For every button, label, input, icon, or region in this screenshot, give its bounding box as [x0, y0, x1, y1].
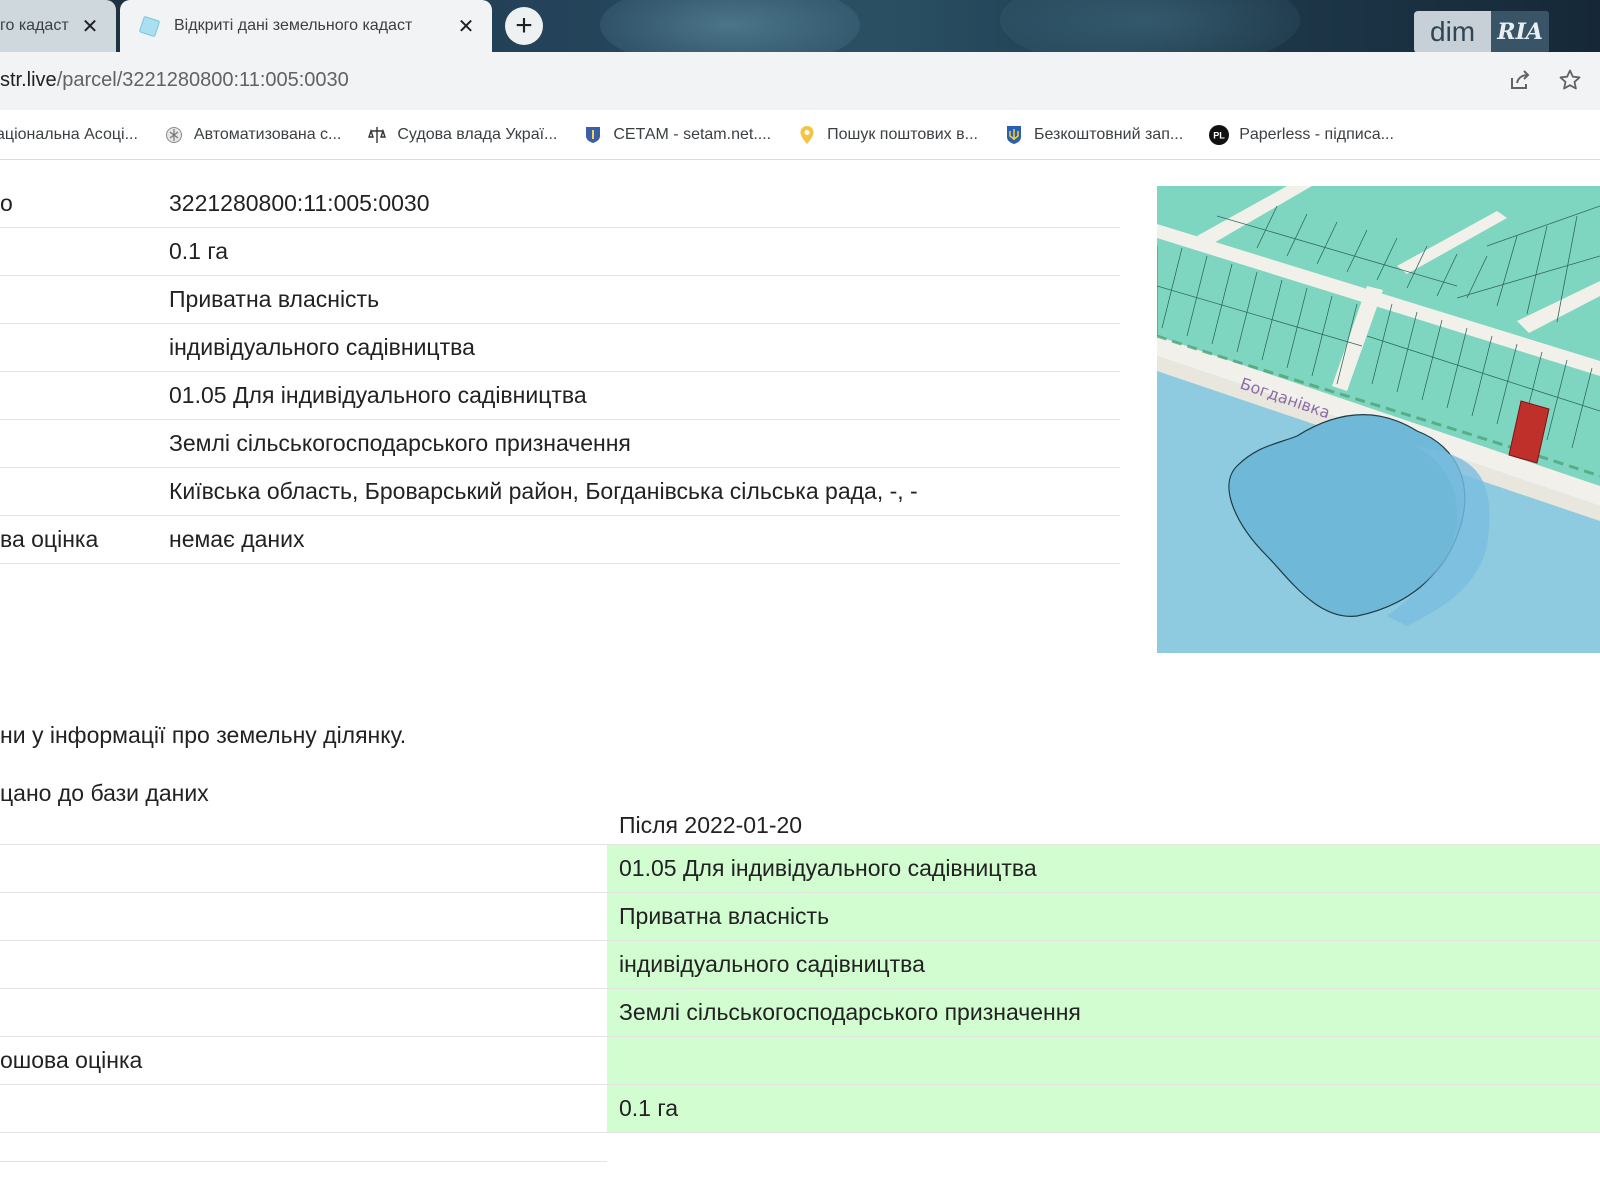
tab-title: го кадаст	[0, 17, 69, 34]
pl-logo-icon: PL	[1209, 124, 1230, 145]
table-row: 01.05 Для індивідуального садівництва	[0, 372, 1120, 420]
table-row: Приватна власність	[0, 276, 1120, 324]
tab-title: Відкриті дані земельного кадаст	[174, 17, 413, 34]
tab-active[interactable]: Відкриті дані земельного кадаст ✕	[120, 0, 492, 52]
bookmark-label: Paperless - підписа...	[1239, 125, 1394, 143]
table-row: Землі сільськогосподарського призначення	[0, 420, 1120, 468]
bookmark-item[interactable]: Пошук поштових в...	[797, 125, 978, 145]
trident-icon	[1004, 125, 1024, 145]
table-row: Київська область, Броварський район, Бог…	[0, 468, 1120, 516]
close-icon[interactable]: ✕	[78, 14, 102, 38]
tab-inactive[interactable]: го кадаст ✕	[0, 0, 116, 52]
bookmark-label: СЕТАМ - setam.net....	[613, 125, 772, 143]
table-row: ошова оцінка	[0, 1037, 1600, 1085]
dim-ria-extension[interactable]: dim RIA	[1414, 11, 1550, 53]
page-content: о 3221280800:11:005:0030 0.1 га Приватна…	[0, 160, 1600, 1200]
table-row: Приватна власність	[0, 893, 1600, 941]
table-row: Землі сільськогосподарського призначення	[0, 989, 1600, 1037]
new-tab-button[interactable]: +	[505, 7, 543, 45]
parcel-map[interactable]: Богданівка	[1157, 186, 1600, 653]
row-value: 01.05 Для індивідуального садівництва	[619, 855, 1037, 881]
background-glow	[600, 0, 860, 54]
table-row: індивідуального садівництва	[0, 941, 1600, 989]
url-field[interactable]: str.live/parcel/3221280800:11:005:0030	[0, 58, 1490, 102]
table-row: індивідуального садівництва	[0, 324, 1120, 372]
bookmark-label: Пошук поштових в...	[827, 125, 978, 143]
added-note: цано до бази даних	[0, 780, 209, 806]
bookmark-item[interactable]: СЕТАМ - setam.net....	[583, 125, 771, 145]
row-label: ошова оцінка	[0, 1047, 143, 1073]
area-value: 0.1 га	[169, 238, 229, 264]
setam-shield-icon	[583, 125, 603, 145]
use-value: індивідуального садівництва	[169, 334, 475, 360]
parcel-info-table: о 3221280800:11:005:0030 0.1 га Приватна…	[0, 180, 1120, 564]
table-row	[0, 1133, 607, 1162]
bookmark-label: аціональна Асоці...	[0, 125, 138, 143]
category-value: Землі сільськогосподарського призначення	[169, 430, 631, 456]
ria-logo-icon: RIA	[1491, 11, 1550, 53]
cadastral-number: 3221280800:11:005:0030	[169, 190, 430, 216]
bookmark-item[interactable]: аціональна Асоці...	[0, 126, 138, 144]
map-pin-icon	[797, 125, 817, 145]
url-host: str.live	[0, 68, 57, 91]
bookmark-star-icon[interactable]	[1556, 66, 1584, 94]
purpose-value: 01.05 Для індивідуального садівництва	[169, 382, 587, 408]
share-icon[interactable]	[1506, 66, 1534, 94]
url-path: /parcel/3221280800:11:005:0030	[56, 68, 349, 91]
valuation-value: немає даних	[169, 526, 305, 552]
close-icon[interactable]: ✕	[454, 14, 478, 38]
tab-strip: го кадаст ✕ Відкриті дані земельного кад…	[0, 0, 1600, 54]
table-row: о 3221280800:11:005:0030	[0, 180, 1120, 228]
justice-icon	[367, 125, 387, 145]
dim-label: dim	[1430, 16, 1476, 47]
row-label: ва оцінка	[0, 526, 99, 552]
address-bar-row: str.live/parcel/3221280800:11:005:0030	[0, 52, 1600, 110]
table-row: 0.1 га	[0, 1085, 1600, 1133]
row-value: Приватна власність	[619, 903, 830, 929]
bookmark-item[interactable]: Автоматизована с...	[164, 125, 341, 145]
history-table: Після 2022-01-20 01.05 Для індивідуально…	[0, 808, 1600, 1162]
bookmark-label: Безкоштовний зап...	[1033, 125, 1184, 143]
ownership-value: Приватна власність	[169, 286, 380, 312]
bookmark-item[interactable]: Судова влада Украї...	[367, 125, 557, 145]
emblem-icon	[164, 125, 184, 145]
location-value: Київська область, Броварський район, Бог…	[169, 478, 918, 504]
table-row: 01.05 Для індивідуального садівництва	[0, 845, 1600, 893]
row-value: індивідуального садівництва	[619, 951, 925, 977]
changes-notice: ни у інформації про земельну ділянку.	[0, 722, 407, 748]
bookmark-item[interactable]: PL Paperless - підписа...	[1209, 124, 1394, 145]
cadastre-favicon-icon	[138, 15, 160, 37]
bookmark-label: Автоматизована с...	[193, 125, 342, 143]
bookmark-item[interactable]: Безкоштовний зап...	[1004, 125, 1183, 145]
table-header-row: Після 2022-01-20	[0, 808, 1600, 845]
bookmarks-bar: аціональна Асоці... Автоматизована с... …	[0, 110, 1600, 160]
table-row: 0.1 га	[0, 228, 1120, 276]
table-row: ва оцінка немає даних	[0, 516, 1120, 564]
row-value: Землі сільськогосподарського призначення	[619, 999, 1081, 1025]
svg-text:PL: PL	[1213, 130, 1225, 140]
row-label: о	[0, 190, 13, 216]
after-column-header: Після 2022-01-20	[619, 812, 803, 838]
background-glow	[1000, 0, 1300, 54]
row-value: 0.1 га	[619, 1095, 679, 1121]
bookmark-label: Судова влада Украї...	[397, 125, 558, 143]
